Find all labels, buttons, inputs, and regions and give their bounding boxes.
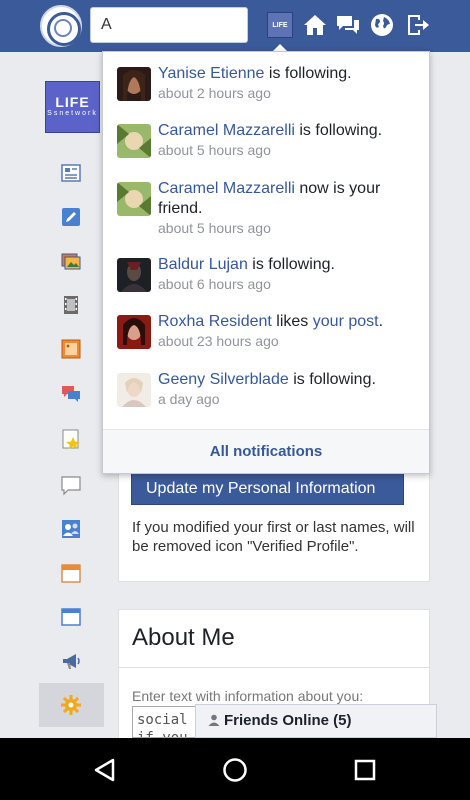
notification-action: likes (276, 313, 309, 330)
avatar-image (117, 373, 151, 407)
notification-time: a day ago (158, 391, 220, 407)
site-logo[interactable] (40, 5, 82, 47)
notification-text: Caramel Mazzarelli now is your friend. ab… (158, 179, 423, 237)
pages-icon[interactable] (60, 606, 82, 628)
notification-item[interactable]: Geeny Silverblade is following. a day ago (103, 370, 429, 420)
favorites-icon[interactable] (60, 428, 82, 450)
avatar (117, 67, 151, 101)
news-feed-icon[interactable] (60, 162, 82, 184)
notification-time: about 2 hours ago (158, 85, 271, 101)
notification-time: about 5 hours ago (158, 142, 271, 158)
about-me-hint: Enter text with information about you: (132, 688, 364, 704)
notification-time: about 23 hours ago (158, 333, 279, 349)
avatar-image (117, 67, 151, 101)
top-bar: LIFE (0, 0, 470, 52)
logout-icon[interactable] (403, 11, 431, 39)
user-link[interactable]: Geeny Silverblade (158, 371, 289, 388)
notification-item[interactable]: Caramel Mazzarelli now is your friend. ab… (103, 179, 429, 245)
chat-icon[interactable] (60, 382, 82, 404)
user-avatar[interactable]: LIFE (267, 12, 293, 38)
verified-profile-note: If you modified your first or last names… (132, 519, 415, 555)
friends-online-bar[interactable]: Friends Online (5) (195, 704, 437, 738)
recents-icon[interactable] (352, 757, 378, 783)
user-link[interactable]: Yanise Etienne (158, 65, 264, 82)
notification-text: Roxha Resident likes your post. about 23 … (158, 312, 423, 350)
notification-text: Caramel Mazzarelli is following. about 5 … (158, 121, 423, 159)
notification-item[interactable]: Caramel Mazzarelli is following. about 5 … (103, 121, 429, 171)
messages-icon[interactable] (334, 11, 362, 39)
notification-text: Baldur Lujan is following. about 6 hours … (158, 255, 423, 293)
divider (118, 667, 430, 668)
notification-time: about 6 hours ago (158, 276, 271, 292)
avatar (117, 258, 151, 292)
announcements-icon[interactable] (60, 650, 82, 672)
avatar (117, 373, 151, 407)
home-icon[interactable] (301, 11, 329, 39)
group-logo[interactable]: LIFE Ssnetwork (45, 81, 100, 133)
avatar (117, 182, 151, 216)
search-input[interactable] (90, 7, 248, 43)
edit-profile-icon[interactable] (60, 206, 82, 228)
avatar-image (117, 258, 151, 292)
user-link[interactable]: Caramel Mazzarelli (158, 180, 295, 197)
notification-text: Geeny Silverblade is following. a day ago (158, 370, 423, 408)
person-icon (208, 714, 220, 726)
notification-time: about 5 hours ago (158, 220, 271, 236)
all-notifications-link[interactable]: All notifications (103, 429, 429, 473)
friends-online-label: Friends Online (5) (224, 712, 352, 729)
events-icon[interactable] (60, 562, 82, 584)
notification-action: is following. (268, 65, 352, 82)
albums-icon[interactable] (60, 338, 82, 360)
user-link[interactable]: Roxha Resident (158, 313, 272, 330)
notification-action: is following. (293, 371, 376, 388)
settings-gear-icon[interactable] (60, 694, 82, 716)
notification-text: Yanise Etienne is following. about 2 hour… (158, 64, 423, 102)
back-icon[interactable] (92, 757, 118, 783)
globe-icon[interactable] (368, 11, 396, 39)
notification-item[interactable]: Yanise Etienne is following. about 2 hour… (103, 64, 429, 114)
about-me-title: About Me (132, 624, 235, 651)
photos-icon[interactable] (60, 250, 82, 272)
post-link[interactable]: your post (313, 313, 379, 330)
avatar-image (117, 124, 151, 158)
videos-icon[interactable] (60, 294, 82, 316)
home-button-icon[interactable] (222, 757, 248, 783)
notification-suffix: . (378, 313, 384, 330)
notification-action: is following. (299, 122, 383, 139)
avatar-image (117, 182, 151, 216)
notification-item[interactable]: Baldur Lujan is following. about 6 hours … (103, 255, 429, 305)
notifications-dropdown: Yanise Etienne is following. about 2 hour… (102, 51, 430, 474)
comments-icon[interactable] (60, 474, 82, 496)
about-me-textarea[interactable]: social if you (132, 706, 202, 738)
user-link[interactable]: Baldur Lujan (158, 256, 248, 273)
android-nav-bar (0, 738, 470, 800)
groups-icon[interactable] (60, 518, 82, 540)
avatar (117, 315, 151, 349)
notification-item[interactable]: Roxha Resident likes your post. about 23 … (103, 312, 429, 362)
avatar (117, 124, 151, 158)
notification-action: is following. (252, 256, 335, 273)
avatar-image (117, 315, 151, 349)
update-personal-info-button[interactable]: Update my Personal Information (131, 472, 404, 505)
user-link[interactable]: Caramel Mazzarelli (158, 122, 295, 139)
